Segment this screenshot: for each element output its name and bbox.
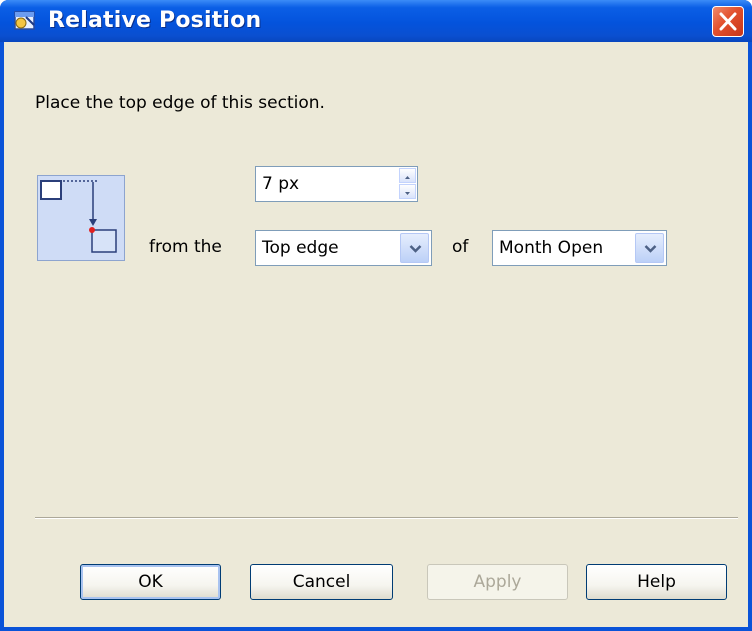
app-icon <box>12 8 38 34</box>
of-label: of <box>452 237 469 257</box>
from-the-label: from the <box>149 237 222 257</box>
dialog-title: Relative Position <box>48 8 262 33</box>
dialog-window: Relative Position Place the top edge of … <box>0 0 752 631</box>
instruction-text: Place the top edge of this section. <box>35 93 325 113</box>
target-select-dropdown-button[interactable] <box>635 233 664 263</box>
relative-position-illustration <box>37 175 125 261</box>
offset-spinbox[interactable]: 7 px <box>255 166 418 202</box>
edge-select-dropdown-button[interactable] <box>400 233 429 263</box>
cancel-button[interactable]: Cancel <box>250 564 393 600</box>
spin-up-button[interactable] <box>399 168 416 183</box>
close-icon <box>719 12 737 31</box>
apply-button: Apply <box>427 564 568 600</box>
separator <box>35 517 738 519</box>
window-frame-bottom <box>0 627 752 631</box>
arrow-up-icon <box>405 176 410 179</box>
dialog-body: Place the top edge of this section. 7 px <box>4 42 748 627</box>
ok-button[interactable]: OK <box>80 564 221 600</box>
close-button[interactable] <box>712 6 744 37</box>
arrow-down-icon <box>405 192 410 195</box>
target-select[interactable]: Month Open <box>492 230 667 266</box>
help-button[interactable]: Help <box>586 564 727 600</box>
chevron-down-icon <box>644 245 657 253</box>
spin-down-button[interactable] <box>399 184 416 199</box>
edge-select[interactable]: Top edge <box>255 230 432 266</box>
spin-buttons <box>399 168 416 200</box>
offset-value: 7 px <box>262 174 300 194</box>
edge-select-value: Top edge <box>262 238 339 258</box>
target-select-value: Month Open <box>499 238 604 258</box>
chevron-down-icon <box>409 245 422 253</box>
title-bar[interactable]: Relative Position <box>0 0 752 42</box>
